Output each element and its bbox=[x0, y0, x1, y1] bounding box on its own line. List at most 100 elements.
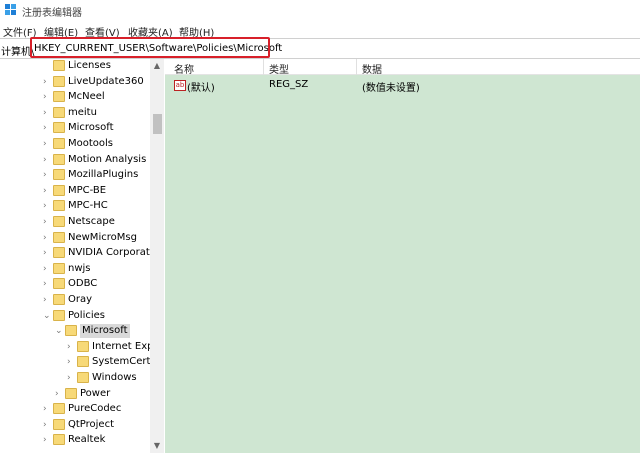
tree-item[interactable]: › McNeel bbox=[0, 90, 150, 105]
tree-item[interactable]: › NewMicroMsg bbox=[0, 231, 150, 246]
tree-item[interactable]: › MPC-HC bbox=[0, 199, 150, 214]
chevron-right-icon[interactable]: › bbox=[43, 435, 51, 445]
chevron-right-icon[interactable]: › bbox=[43, 186, 51, 196]
tree-item[interactable]: › Oray bbox=[0, 293, 150, 308]
tree-item[interactable]: › meitu bbox=[0, 106, 150, 121]
tree-item[interactable]: › MPC-BE bbox=[0, 184, 150, 199]
folder-icon bbox=[53, 434, 65, 446]
chevron-right-icon[interactable]: › bbox=[43, 264, 51, 274]
tree-item-label: Microsoft bbox=[68, 122, 114, 134]
column-data[interactable]: 数据 bbox=[362, 61, 382, 76]
chevron-down-icon[interactable]: ⌄ bbox=[55, 326, 63, 336]
folder-icon bbox=[53, 262, 65, 274]
key-tree[interactable]: Licenses › LiveUpdate360 › McNeel › meitu › Micr… bbox=[0, 59, 164, 453]
tree-item-label: MPC-HC bbox=[68, 200, 108, 212]
tree-item-label: Policies bbox=[68, 309, 105, 321]
folder-icon bbox=[53, 309, 65, 321]
tree-scrollbar[interactable]: ▲ ▼ bbox=[150, 59, 164, 453]
chevron-right-icon[interactable]: › bbox=[43, 77, 51, 87]
column-divider[interactable] bbox=[263, 59, 264, 75]
string-value-icon: ab bbox=[174, 80, 186, 91]
tree-item-label: NVIDIA Corporatio bbox=[68, 247, 159, 259]
menu-bar: 文件(F) 编辑(E) 查看(V) 收藏夹(A) 帮助(H) bbox=[0, 20, 640, 39]
tree-item[interactable]: ⌄ Policies bbox=[0, 309, 150, 324]
column-divider[interactable] bbox=[356, 59, 357, 75]
tree-item-label: LiveUpdate360 bbox=[68, 75, 144, 87]
chevron-right-icon[interactable]: › bbox=[43, 201, 51, 211]
tree-item[interactable]: › LiveUpdate360 bbox=[0, 75, 150, 90]
folder-icon bbox=[53, 138, 65, 149]
tree-item[interactable]: › SystemCertifi bbox=[0, 355, 160, 370]
column-name[interactable]: 名称 bbox=[174, 61, 194, 76]
folder-icon bbox=[65, 325, 77, 337]
tree-item-label: Power bbox=[80, 387, 111, 399]
folder-icon bbox=[53, 216, 65, 227]
folder-icon bbox=[53, 418, 65, 430]
folder-icon bbox=[53, 231, 65, 243]
column-type[interactable]: 类型 bbox=[269, 61, 289, 76]
tree-item[interactable]: › Microsoft bbox=[0, 121, 150, 136]
chevron-right-icon[interactable]: › bbox=[43, 420, 51, 430]
tree-item-label: McNeel bbox=[68, 91, 105, 103]
tree-item[interactable]: › Realtek bbox=[0, 433, 150, 448]
folder-icon bbox=[53, 60, 65, 71]
values-pane[interactable]: 名称 类型 数据 ab (默认) REG_SZ (数值未设置) bbox=[165, 59, 640, 453]
registry-editor-icon bbox=[5, 4, 16, 15]
tree-item[interactable]: › Motion Analysis bbox=[0, 153, 150, 168]
chevron-right-icon[interactable]: › bbox=[43, 92, 51, 102]
chevron-right-icon[interactable]: › bbox=[43, 123, 51, 133]
chevron-right-icon[interactable]: › bbox=[43, 139, 51, 149]
chevron-right-icon[interactable]: › bbox=[43, 404, 51, 414]
value-name: (默认) bbox=[187, 83, 215, 94]
value-data: (数值未设置) bbox=[362, 83, 420, 94]
tree-item[interactable]: › Power bbox=[0, 387, 150, 402]
tree-item-label: PureCodec bbox=[68, 403, 122, 415]
tree-item[interactable]: › MozillaPlugins bbox=[0, 168, 150, 183]
address-highlight-box bbox=[30, 37, 270, 58]
chevron-right-icon[interactable]: › bbox=[67, 357, 75, 367]
chevron-right-icon[interactable]: › bbox=[67, 342, 75, 352]
tree-item[interactable]: › Netscape bbox=[0, 215, 150, 230]
chevron-right-icon[interactable]: › bbox=[43, 248, 51, 258]
folder-icon bbox=[53, 403, 65, 415]
folder-icon bbox=[53, 106, 65, 118]
tree-item[interactable]: › Windows bbox=[0, 371, 150, 386]
chevron-right-icon[interactable]: › bbox=[43, 233, 51, 243]
scroll-down-arrow-icon[interactable]: ▼ bbox=[150, 439, 164, 453]
tree-item[interactable]: › QtProject bbox=[0, 418, 150, 433]
chevron-right-icon[interactable]: › bbox=[43, 295, 51, 305]
chevron-right-icon[interactable]: › bbox=[43, 108, 51, 118]
folder-icon bbox=[53, 169, 65, 181]
tree-item-label: QtProject bbox=[68, 418, 115, 430]
tree-item[interactable]: › NVIDIA Corporatio bbox=[0, 246, 159, 261]
value-row[interactable]: ab (默认) REG_SZ (数值未设置) bbox=[165, 78, 640, 94]
tree-item[interactable]: › nwjs bbox=[0, 262, 150, 277]
tree-item-label: Netscape bbox=[68, 216, 115, 227]
folder-icon bbox=[53, 75, 65, 87]
value-type: REG_SZ bbox=[269, 79, 309, 90]
chevron-down-icon[interactable]: ⌄ bbox=[43, 311, 51, 321]
scroll-up-arrow-icon[interactable]: ▲ bbox=[150, 59, 164, 73]
tree-item-label: Motion Analysis bbox=[68, 153, 147, 165]
chevron-right-icon[interactable]: › bbox=[43, 279, 51, 289]
tree-item[interactable]: › Internet Explo bbox=[0, 340, 162, 355]
tree-item-label: Mootools bbox=[68, 138, 114, 149]
tree-item[interactable]: ⌄ Microsoft bbox=[0, 324, 150, 339]
tree-item[interactable]: › Mootools bbox=[0, 137, 150, 152]
tree-item-label: Licenses bbox=[68, 60, 111, 71]
folder-icon bbox=[53, 153, 65, 165]
title-bar: 注册表编辑器 bbox=[0, 0, 640, 20]
tree-item-label: Microsoft bbox=[80, 324, 130, 339]
tree-item-label: Windows bbox=[92, 372, 137, 383]
tree-item[interactable]: Licenses bbox=[0, 59, 150, 74]
tree-item[interactable]: › ODBC bbox=[0, 277, 150, 292]
folder-icon bbox=[65, 387, 77, 399]
scroll-thumb[interactable] bbox=[153, 114, 162, 134]
chevron-right-icon[interactable]: › bbox=[67, 373, 75, 383]
folder-icon bbox=[77, 356, 89, 368]
chevron-right-icon[interactable]: › bbox=[43, 217, 51, 227]
chevron-right-icon[interactable]: › bbox=[43, 170, 51, 180]
chevron-right-icon[interactable]: › bbox=[43, 155, 51, 165]
chevron-right-icon[interactable]: › bbox=[55, 389, 63, 399]
tree-item[interactable]: › PureCodec bbox=[0, 402, 150, 417]
